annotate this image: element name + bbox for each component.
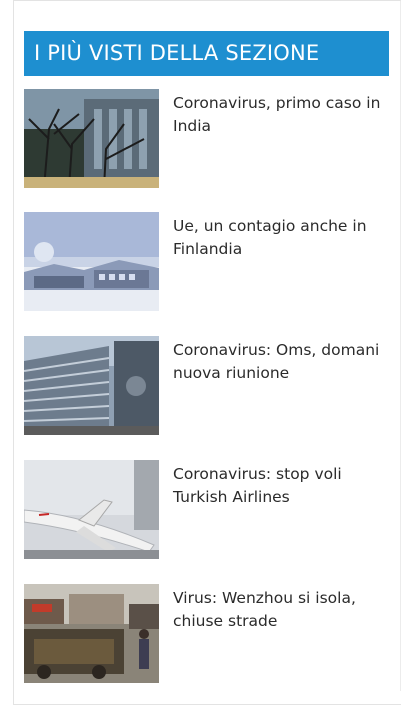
section-header: I PIÙ VISTI DELLA SEZIONE [24, 31, 389, 76]
article-thumbnail[interactable] [24, 336, 159, 435]
right-divider [400, 1, 401, 691]
article-thumbnail[interactable] [24, 89, 159, 188]
list-item[interactable]: Coronavirus: Oms, domani nuova riunione [24, 336, 389, 435]
winter-photo-image [24, 212, 159, 311]
section-title: I PIÙ VISTI DELLA SEZIONE [34, 41, 320, 65]
article-title-link[interactable]: Virus: Wenzhou si isola, chiuse strade [173, 587, 387, 633]
article-title-link[interactable]: Coronavirus: Oms, domani nuova riunione [173, 339, 387, 385]
office-photo-image [24, 336, 159, 435]
article-thumbnail[interactable] [24, 212, 159, 311]
list-item[interactable]: Virus: Wenzhou si isola, chiuse strade [24, 584, 389, 683]
article-title-link[interactable]: Coronavirus, primo caso in India [173, 92, 387, 138]
article-thumbnail[interactable] [24, 584, 159, 683]
list-item[interactable]: Coronavirus: stop voli Turkish Airlines [24, 460, 389, 559]
article-title-link[interactable]: Coronavirus: stop voli Turkish Airlines [173, 463, 387, 509]
city-photo-image [24, 89, 159, 188]
list-item[interactable]: Coronavirus, primo caso in India [24, 89, 389, 188]
list-item[interactable]: Ue, un contagio anche in Finlandia [24, 212, 389, 311]
street-photo-image [24, 584, 159, 683]
article-thumbnail[interactable] [24, 460, 159, 559]
article-title-link[interactable]: Ue, un contagio anche in Finlandia [173, 215, 387, 261]
airplane-photo-image [24, 460, 159, 559]
